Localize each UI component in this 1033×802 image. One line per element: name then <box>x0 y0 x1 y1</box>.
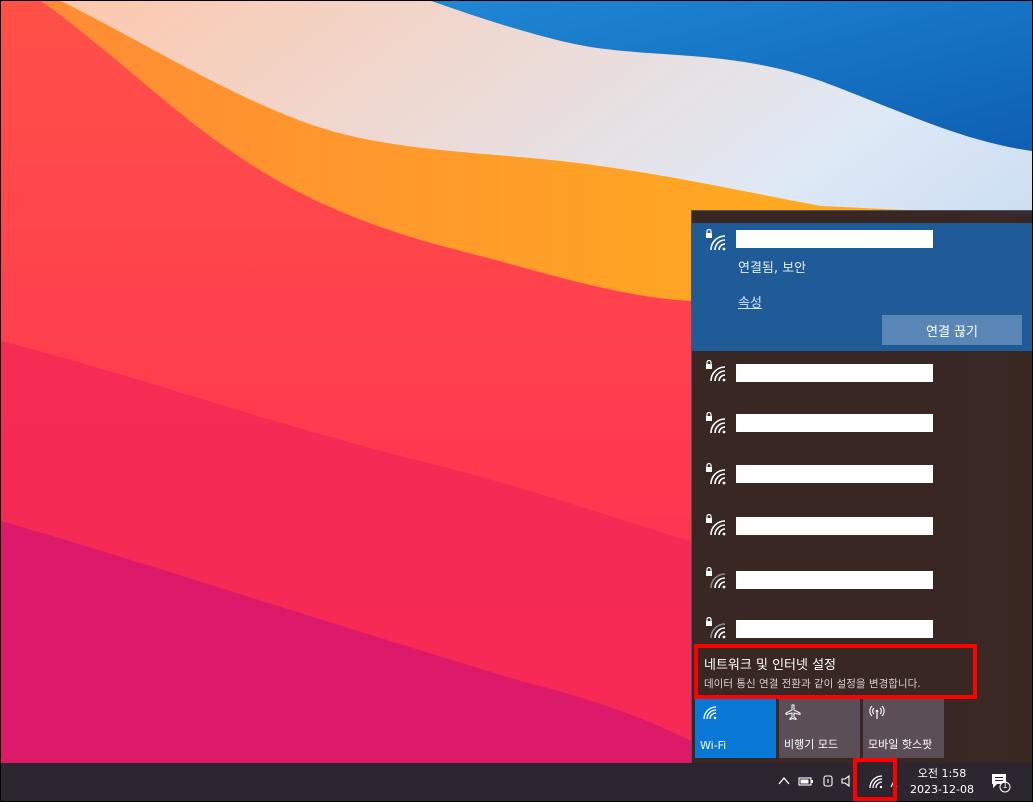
network-internet-settings-link[interactable]: 네트워크 및 인터넷 설정 데이터 통신 연결 전환과 같이 설정을 변경합니다… <box>692 644 1032 698</box>
wifi-icon <box>703 706 717 720</box>
airplane-icon <box>785 704 801 720</box>
connected-network[interactable]: 연결됨, 보안 속성 연결 끊기 <box>692 223 1032 351</box>
taskbar-clock[interactable]: 오전 1:58 2023-12-08 <box>901 766 983 798</box>
desktop-screen: 연결됨, 보안 속성 연결 끊기 네트워크 및 인터넷 설정 데이터 통신 연결… <box>0 0 1033 802</box>
tile-label: 비행기 모드 <box>784 738 839 751</box>
clock-date: 2023-12-08 <box>910 783 974 796</box>
network-name-redacted <box>736 465 933 483</box>
disconnect-button[interactable]: 연결 끊기 <box>882 315 1022 345</box>
chevron-up-icon[interactable] <box>776 773 792 789</box>
network-name-redacted <box>736 620 933 638</box>
clock-time: 오전 1:58 <box>917 767 967 780</box>
notification-count: 1 <box>1002 781 1008 790</box>
wifi-toggle-tile[interactable]: Wi-Fi <box>695 698 776 758</box>
network-name-redacted <box>736 230 933 248</box>
wifi-weak-secure-icon <box>706 617 726 639</box>
input-indicator-icon[interactable] <box>890 773 898 789</box>
hotspot-icon <box>869 705 885 719</box>
wifi-weak-secure-icon <box>706 567 726 589</box>
network-name-redacted <box>736 517 933 535</box>
airplane-mode-tile[interactable]: 비행기 모드 <box>779 698 860 758</box>
pen-menu-icon[interactable] <box>820 773 836 789</box>
network-flyout: 연결됨, 보안 속성 연결 끊기 네트워크 및 인터넷 설정 데이터 통신 연결… <box>691 210 1032 764</box>
network-list-item[interactable] <box>692 455 1032 505</box>
settings-title: 네트워크 및 인터넷 설정 <box>704 658 836 673</box>
connection-status: 연결됨, 보안 <box>738 261 807 276</box>
network-name-redacted <box>736 414 933 432</box>
network-list-item[interactable] <box>692 559 1032 609</box>
wifi-secure-icon <box>706 412 726 434</box>
properties-link[interactable]: 속성 <box>738 292 762 311</box>
battery-icon[interactable] <box>798 773 814 789</box>
taskbar: 오전 1:58 2023-12-08 1 <box>1 763 1032 801</box>
tile-label: 모바일 핫스팟 <box>868 738 933 751</box>
tile-label: Wi-Fi <box>700 739 727 752</box>
wifi-tray-icon[interactable] <box>867 773 883 789</box>
network-name-redacted <box>736 364 933 382</box>
network-list-item[interactable] <box>692 507 1032 557</box>
action-center-button[interactable]: 1 <box>989 771 1011 793</box>
network-list-item[interactable] <box>692 351 1032 401</box>
wifi-secure-icon <box>706 229 726 251</box>
speaker-icon[interactable] <box>840 773 856 789</box>
wifi-secure-icon <box>706 360 726 382</box>
network-list-item[interactable] <box>692 403 1032 453</box>
wifi-secure-icon <box>706 463 726 485</box>
network-name-redacted <box>736 571 933 589</box>
wifi-secure-icon <box>706 514 726 536</box>
settings-description: 데이터 통신 연결 전환과 같이 설정을 변경합니다. <box>704 678 921 690</box>
mobile-hotspot-tile[interactable]: 모바일 핫스팟 <box>863 698 944 758</box>
